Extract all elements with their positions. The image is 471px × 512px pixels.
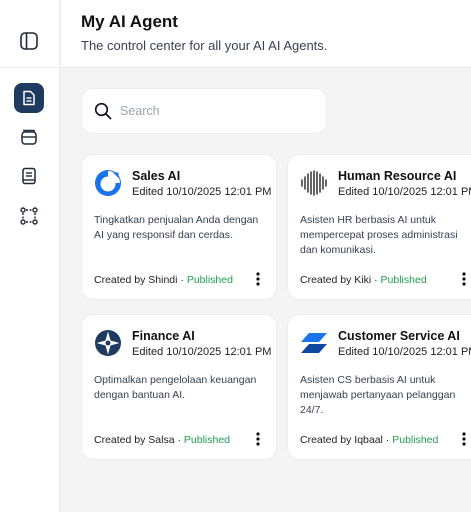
agent-name: Human Resource AI [338, 169, 457, 183]
footer-separator: · [382, 434, 393, 446]
sidebar-toggle-button[interactable] [14, 26, 44, 56]
page-header: My AI Agent The control center for all y… [61, 0, 471, 68]
agent-footer: Created by Kiki · Published [300, 274, 427, 286]
agent-footer: Created by Iqbaal · Published [300, 434, 438, 446]
agent-name: Finance AI [132, 329, 195, 343]
agent-creator: Created by Salsa [94, 434, 175, 446]
status-badge: Published [186, 274, 233, 286]
sidebar-item-workflow[interactable] [14, 201, 44, 231]
status-badge: Published [380, 274, 427, 286]
search-icon [94, 102, 112, 120]
kebab-menu-icon [256, 432, 260, 446]
agent-name: Customer Service AI [338, 329, 460, 343]
agent-card-human-resource-ai[interactable]: Human Resource AI Edited 10/10/2025 12:0… [287, 154, 471, 300]
agent-description: Optimalkan pengelolaan keuangan dengan b… [94, 374, 257, 401]
agent-edited-date: Edited 10/10/2025 12:01 PM [132, 186, 272, 198]
footer-separator: · [177, 274, 187, 286]
agent-footer: Created by Shindi · Published [94, 274, 233, 286]
agent-creator: Created by Shindi [94, 274, 178, 286]
agent-edited-date: Edited 10/10/2025 12:01 PM [132, 346, 272, 358]
workflow-icon [20, 207, 38, 225]
notebook-icon [22, 167, 36, 185]
sidebar-toggle-icon [20, 32, 38, 50]
sidebar-divider [0, 67, 60, 68]
sidebar [0, 0, 60, 512]
agent-card-finance-ai[interactable]: Finance AI Edited 10/10/2025 12:01 PM Op… [81, 314, 277, 460]
more-options-button[interactable] [456, 271, 471, 287]
archive-icon [21, 129, 37, 145]
blue-circle-logo-icon [94, 169, 122, 197]
agent-creator: Created by Kiki [300, 274, 372, 286]
soundwave-logo-icon [300, 169, 328, 197]
status-badge: Published [392, 434, 439, 446]
kebab-menu-icon [462, 272, 466, 286]
status-badge: Published [183, 434, 231, 446]
more-options-button[interactable] [250, 431, 266, 447]
search-input[interactable] [120, 104, 310, 118]
agent-description: Tingkatkan penjualan Anda dengan AI yang… [94, 214, 259, 241]
agent-description: Asisten HR berbasis AI untuk mempercepat… [300, 214, 458, 256]
document-icon [23, 90, 35, 106]
agent-footer: Created by Salsa · Published [94, 434, 230, 446]
agent-edited-date: Edited 10/10/2025 12:01 PM [338, 186, 471, 198]
agent-card-sales-ai[interactable]: Sales AI Edited 10/10/2025 12:01 PM Ting… [81, 154, 277, 300]
agent-name: Sales AI [132, 169, 181, 183]
compass-logo-icon [94, 329, 122, 357]
sidebar-item-notes[interactable] [14, 161, 44, 191]
kebab-menu-icon [256, 272, 260, 286]
footer-separator: · [371, 274, 381, 286]
more-options-button[interactable] [456, 431, 471, 447]
more-options-button[interactable] [250, 271, 266, 287]
page-subtitle: The control center for all your AI AI Ag… [81, 38, 328, 53]
sidebar-item-agents[interactable] [14, 83, 44, 113]
blue-chevrons-logo-icon [300, 329, 328, 357]
sidebar-item-archive[interactable] [14, 122, 44, 152]
agent-creator: Created by Iqbaal [300, 434, 383, 446]
agent-description: Asisten CS berbasis AI untuk menjawab pe… [300, 374, 456, 416]
kebab-menu-icon [462, 432, 466, 446]
footer-separator: · [174, 434, 184, 446]
agent-edited-date: Edited 10/10/2025 12:01 PM [338, 346, 471, 358]
agent-card-customer-service-ai[interactable]: Customer Service AI Edited 10/10/2025 12… [287, 314, 471, 460]
page-title: My AI Agent [81, 12, 178, 31]
search-box[interactable] [81, 88, 327, 134]
